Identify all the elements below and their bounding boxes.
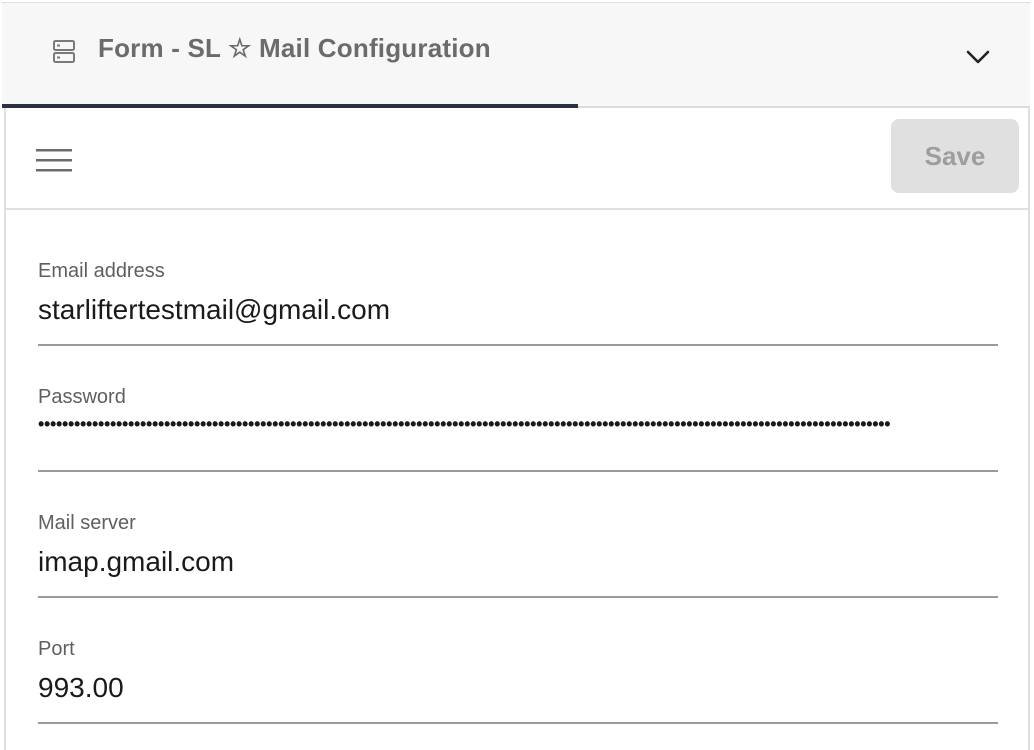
password-input[interactable]: ••••••••••••••••••••••••••••••••••••••••…	[38, 414, 998, 435]
password-field[interactable]: Password •••••••••••••••••••••••••••••••…	[36, 386, 998, 486]
mail-server-field[interactable]: Mail server imap.gmail.com	[36, 512, 998, 612]
mail-server-underline	[38, 596, 998, 598]
mail-server-input[interactable]: imap.gmail.com	[38, 546, 234, 578]
form-toolbar: Save	[6, 108, 1028, 210]
email-field[interactable]: Email address starliftertestmail@gmail.c…	[36, 260, 998, 360]
port-label: Port	[38, 638, 75, 660]
email-underline	[38, 344, 998, 346]
hamburger-menu-icon[interactable]	[34, 146, 74, 174]
port-field[interactable]: Port 993.00	[36, 638, 998, 738]
email-label: Email address	[38, 260, 165, 282]
tab-title: Form - SL ☆ Mail Configuration	[98, 33, 491, 63]
save-button[interactable]: Save	[891, 119, 1019, 193]
tab-mail-configuration[interactable]: Form - SL ☆ Mail Configuration	[2, 3, 578, 108]
password-underline	[38, 470, 998, 472]
port-input[interactable]: 993.00	[38, 672, 124, 704]
form-panel: Save Email address starliftertestmail@gm…	[4, 108, 1030, 750]
email-input[interactable]: starliftertestmail@gmail.com	[38, 294, 390, 326]
mail-server-label: Mail server	[38, 512, 136, 534]
chevron-down-icon[interactable]	[964, 47, 992, 67]
tab-bar: Form - SL ☆ Mail Configuration	[2, 2, 1030, 108]
password-label: Password	[38, 386, 126, 408]
port-underline	[38, 722, 998, 724]
server-icon	[52, 39, 76, 65]
